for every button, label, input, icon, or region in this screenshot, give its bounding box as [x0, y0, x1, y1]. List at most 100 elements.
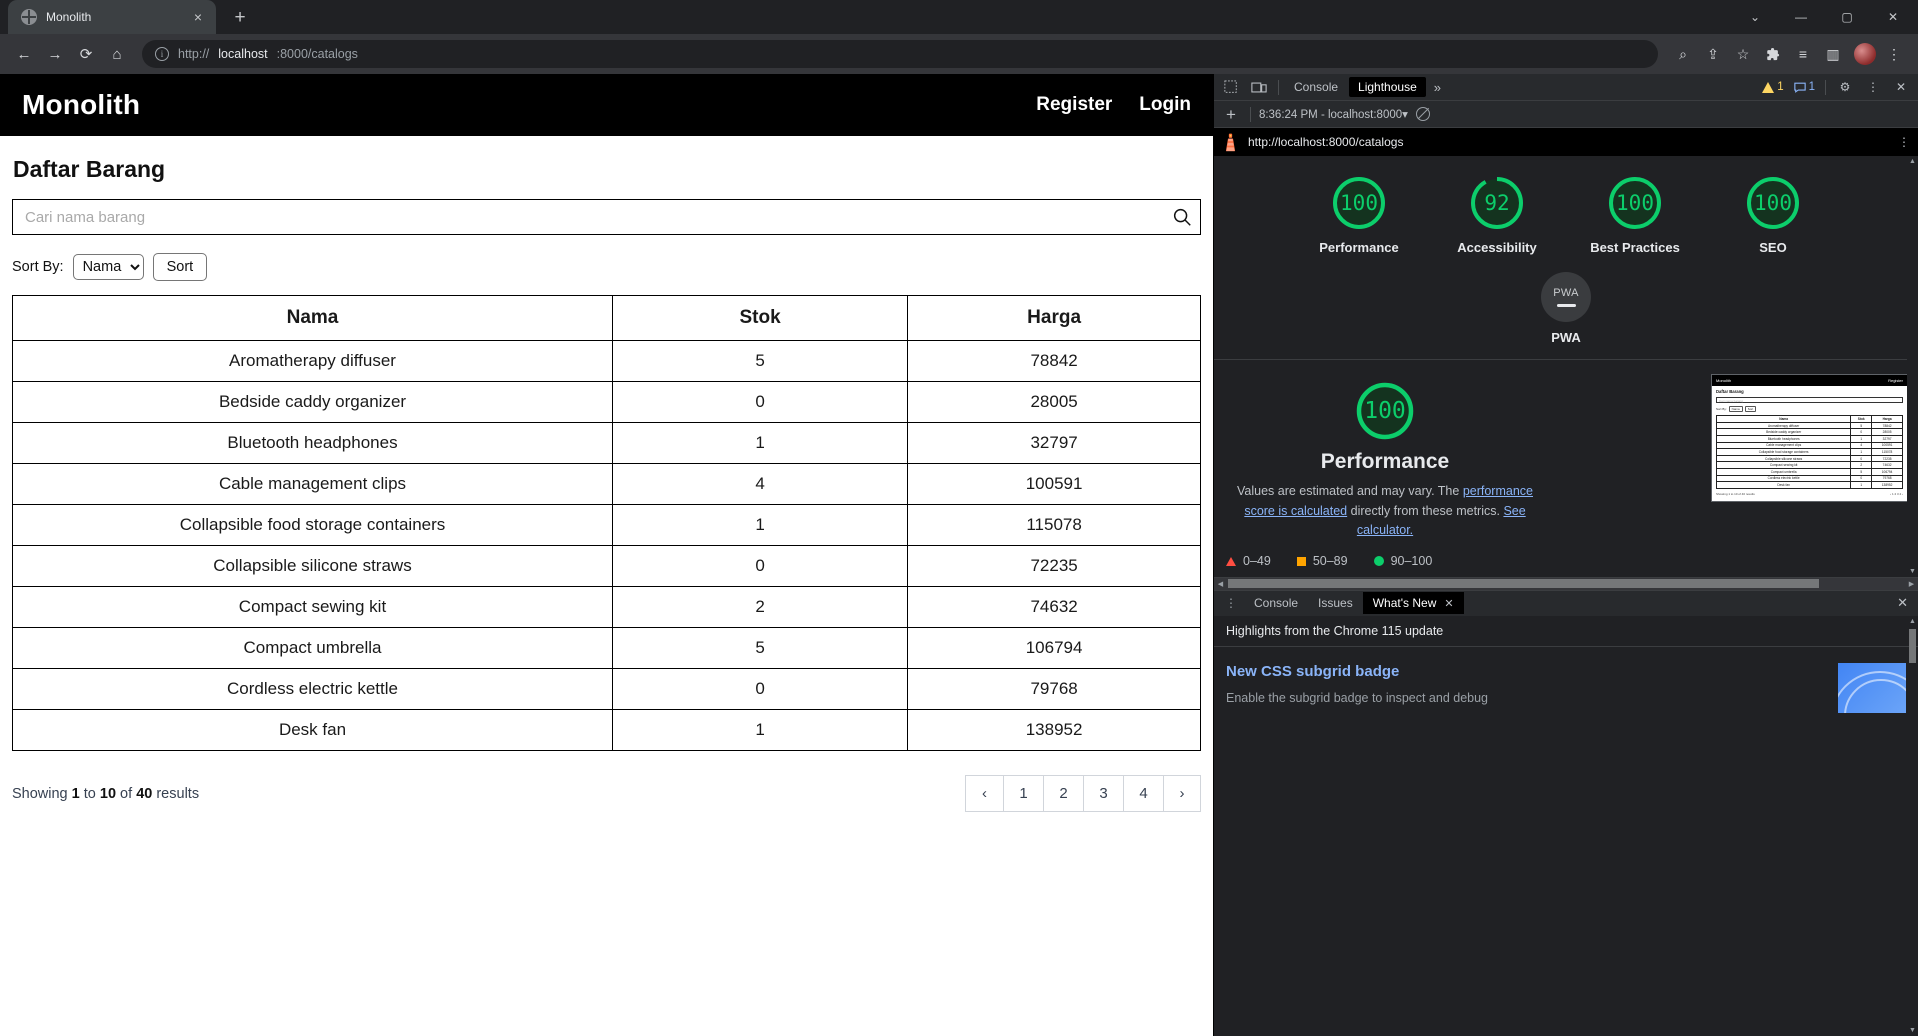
column-header-nama: Nama [12, 295, 613, 341]
devtools-tab-lighthouse[interactable]: Lighthouse [1349, 77, 1426, 97]
perf-desc-1: Values are estimated and may vary. The [1237, 484, 1463, 499]
more-tabs-icon[interactable]: » [1428, 80, 1447, 95]
new-tab-button[interactable]: + [228, 7, 252, 29]
search-icon[interactable] [1171, 206, 1193, 228]
table-row[interactable]: Cordless electric kettle 0 79768 [12, 668, 1201, 710]
scroll-up-icon[interactable]: ▲ [1907, 616, 1918, 627]
drawer-kebab-icon[interactable]: ⋮ [1218, 597, 1244, 609]
pagination-page-1[interactable]: 1 [1003, 775, 1043, 812]
reading-list-icon[interactable]: ≡ [1789, 40, 1817, 68]
report-selector[interactable]: 8:36:24 PM - localhost:8000▾ [1259, 107, 1408, 121]
kebab-icon[interactable]: ⋮ [1860, 76, 1886, 98]
browser-menu-icon[interactable]: ⋮ [1880, 40, 1908, 68]
cell-nama: Desk fan [12, 709, 613, 751]
showing-of: of [116, 785, 137, 802]
scroll-right-icon[interactable]: ▶ [1905, 580, 1918, 588]
table-row[interactable]: Collapsible silicone straws 0 72235 [12, 545, 1201, 587]
table-row[interactable]: Bluetooth headphones 1 32797 [12, 422, 1201, 464]
table-row[interactable]: Bedside caddy organizer 0 28005 [12, 381, 1201, 423]
register-link[interactable]: Register [1036, 94, 1112, 116]
sort-select[interactable]: Nama [72, 254, 144, 280]
back-icon[interactable]: ← [10, 40, 38, 68]
thumb-cell: 72235 [1871, 454, 1903, 463]
gear-icon[interactable]: ⚙ [1832, 76, 1858, 98]
table-row[interactable]: Collapsible food storage containers 1 11… [12, 504, 1201, 546]
site-nav: Register Login [1036, 94, 1191, 116]
address-bar[interactable]: i http:// localhost:8000/catalogs [142, 40, 1658, 68]
search-input[interactable] [12, 199, 1201, 235]
new-report-icon[interactable]: + [1220, 106, 1242, 123]
pagination-next[interactable]: › [1163, 775, 1201, 812]
close-icon[interactable]: ✕ [1444, 597, 1453, 610]
thumb-footer: Showing 1 to 10 of 40 results ‹ 1 2 3 4 … [1716, 492, 1903, 496]
close-drawer-icon[interactable]: ✕ [1887, 595, 1918, 611]
thumb-header: Monolith Register [1712, 375, 1907, 387]
gauge-best-practices[interactable]: 100 Best Practices [1580, 174, 1690, 256]
inspect-element-icon[interactable] [1218, 76, 1244, 98]
table-row[interactable]: Aromatherapy diffuser 5 78842 [12, 340, 1201, 382]
login-link[interactable]: Login [1139, 94, 1191, 116]
thumb-col-stok: Stok [1850, 415, 1873, 423]
device-toolbar-icon[interactable] [1246, 76, 1272, 98]
gauge-seo[interactable]: 100 SEO [1718, 174, 1828, 256]
triangle-icon [1226, 556, 1236, 566]
close-devtools-icon[interactable]: ✕ [1888, 76, 1914, 98]
bookmark-star-icon[interactable]: ☆ [1729, 40, 1757, 68]
sort-button[interactable]: Sort [152, 253, 208, 281]
gauge-performance[interactable]: 100 Performance [1304, 174, 1414, 256]
cell-harga: 100591 [907, 463, 1201, 505]
scroll-down-icon[interactable]: ▼ [1907, 1025, 1918, 1036]
reload-icon[interactable]: ⟳ [72, 40, 100, 68]
whats-new-title[interactable]: New CSS subgrid badge [1226, 663, 1826, 680]
table-row[interactable]: Compact sewing kit 2 74632 [12, 586, 1201, 628]
thumb-cell: 5 [1850, 421, 1873, 430]
pagination-page-2[interactable]: 2 [1043, 775, 1083, 812]
forward-icon[interactable]: → [41, 40, 69, 68]
maximize-button[interactable]: ▢ [1824, 0, 1870, 34]
table-header-row: Nama Stok Harga [12, 295, 1201, 341]
close-window-button[interactable]: ✕ [1870, 0, 1916, 34]
pagination-page-4[interactable]: 4 [1123, 775, 1163, 812]
lighthouse-vertical-scrollbar[interactable]: ▲ ▼ [1907, 156, 1918, 577]
pagination-prev[interactable]: ‹ [965, 775, 1003, 812]
scroll-down-icon[interactable]: ▼ [1907, 566, 1918, 577]
thumb-row: Desk fan 1 138952 [1715, 481, 1903, 489]
report-kebab-icon[interactable]: ⋮ [1898, 135, 1910, 149]
scroll-left-icon[interactable]: ◀ [1214, 580, 1227, 588]
site-brand[interactable]: Monolith [22, 89, 140, 121]
gauge-accessibility[interactable]: 92 Accessibility [1442, 174, 1552, 256]
clear-reports-icon[interactable] [1415, 107, 1430, 121]
minimize-button[interactable]: — [1778, 0, 1824, 34]
share-icon[interactable]: ⇪ [1699, 40, 1727, 68]
scroll-up-icon[interactable]: ▲ [1907, 156, 1918, 167]
drawer-tab-label: What's New [1372, 596, 1437, 610]
pwa-badge[interactable]: PWA PWA [1214, 272, 1918, 345]
side-panel-icon[interactable]: ▥ [1819, 40, 1847, 68]
avatar[interactable] [1854, 43, 1876, 65]
table-row[interactable]: Cable management clips 4 100591 [12, 463, 1201, 505]
warning-badge[interactable]: 1 [1758, 81, 1787, 93]
devtools-tab-console[interactable]: Console [1285, 77, 1347, 97]
browser-tab[interactable]: Monolith × [8, 0, 216, 34]
pagination-page-3[interactable]: 3 [1083, 775, 1123, 812]
whats-new-item[interactable]: New CSS subgrid badge Enable the subgrid… [1214, 647, 1918, 713]
scrollbar-thumb[interactable] [1228, 579, 1819, 588]
table-row[interactable]: Compact umbrella 5 106794 [12, 627, 1201, 669]
drawer-vertical-scrollbar[interactable]: ▲ ▼ [1907, 616, 1918, 1036]
scrollbar-thumb[interactable] [1909, 628, 1916, 663]
table-row[interactable]: Desk fan 1 138952 [12, 709, 1201, 751]
extensions-icon[interactable] [1759, 40, 1787, 68]
drawer-tab-whats-new[interactable]: What's New ✕ [1362, 592, 1464, 614]
message-badge[interactable]: 1 [1790, 81, 1819, 93]
drawer-tab-console[interactable]: Console [1244, 592, 1308, 614]
drawer-tab-issues[interactable]: Issues [1308, 592, 1363, 614]
square-icon [1296, 556, 1306, 566]
site-info-icon[interactable]: i [155, 47, 169, 61]
lighthouse-horizontal-scrollbar[interactable]: ◀ ▶ [1214, 576, 1918, 590]
viewport: Monolith Register Login Daftar Barang Ca… [0, 74, 1918, 1036]
close-icon[interactable]: × [190, 10, 206, 24]
zoom-icon[interactable]: ⌕ [1669, 40, 1697, 68]
home-icon[interactable]: ⌂ [103, 40, 131, 68]
chevron-down-icon[interactable]: ⌄ [1732, 0, 1778, 34]
url-host: localhost [218, 47, 268, 61]
